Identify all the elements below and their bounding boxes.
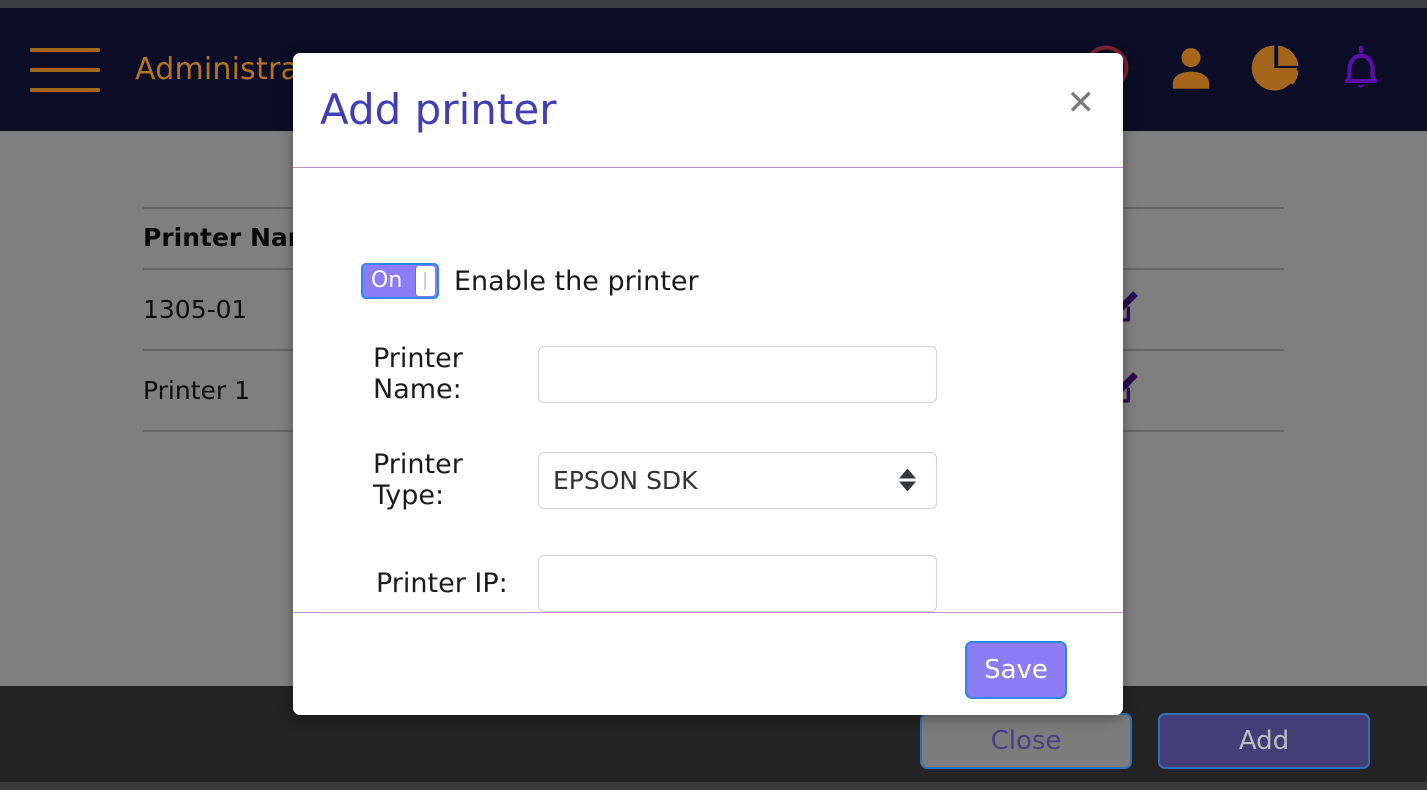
page-bottom-edge <box>0 782 1427 790</box>
printer-name-label: Printer Name: <box>373 343 463 405</box>
modal-title: Add printer <box>320 85 557 134</box>
hamburger-menu-icon[interactable] <box>30 47 100 92</box>
close-button[interactable]: Close <box>920 713 1132 769</box>
add-printer-modal: Add printer ✕ On Enable the printer Prin… <box>293 53 1123 715</box>
enable-printer-row: On Enable the printer <box>361 263 1083 299</box>
close-icon[interactable]: ✕ <box>1067 86 1096 134</box>
pie-chart-icon[interactable] <box>1250 42 1302 98</box>
user-icon[interactable] <box>1165 42 1217 98</box>
modal-header: Add printer ✕ <box>293 53 1123 168</box>
printer-type-label: Printer Type: <box>373 449 463 511</box>
printer-type-select-wrapper: EPSON SDK <box>538 451 937 509</box>
modal-body: On Enable the printer Printer Name: Prin… <box>293 168 1123 612</box>
printer-type-select[interactable]: EPSON SDK <box>538 451 937 509</box>
action-bar-buttons: Close Add <box>920 713 1370 769</box>
save-button[interactable]: Save <box>965 641 1067 699</box>
printer-ip-label: Printer IP: <box>376 568 508 599</box>
window-top-strip <box>0 0 1427 8</box>
navbar-icon-group <box>1080 42 1387 98</box>
enable-printer-label: Enable the printer <box>454 265 699 297</box>
printer-name-input[interactable] <box>538 345 937 403</box>
printer-type-row: Printer Type: EPSON SDK <box>333 449 1083 511</box>
modal-footer: Save <box>293 612 1123 715</box>
toggle-knob <box>416 266 435 296</box>
enable-printer-toggle[interactable]: On <box>361 263 439 299</box>
toggle-state-label: On <box>371 268 403 293</box>
printer-name-row: Printer Name: <box>333 343 1083 405</box>
bell-icon[interactable] <box>1335 42 1387 98</box>
printer-ip-input[interactable] <box>538 555 937 612</box>
add-button[interactable]: Add <box>1158 713 1370 769</box>
printer-ip-row: Printer IP: <box>333 555 1083 612</box>
